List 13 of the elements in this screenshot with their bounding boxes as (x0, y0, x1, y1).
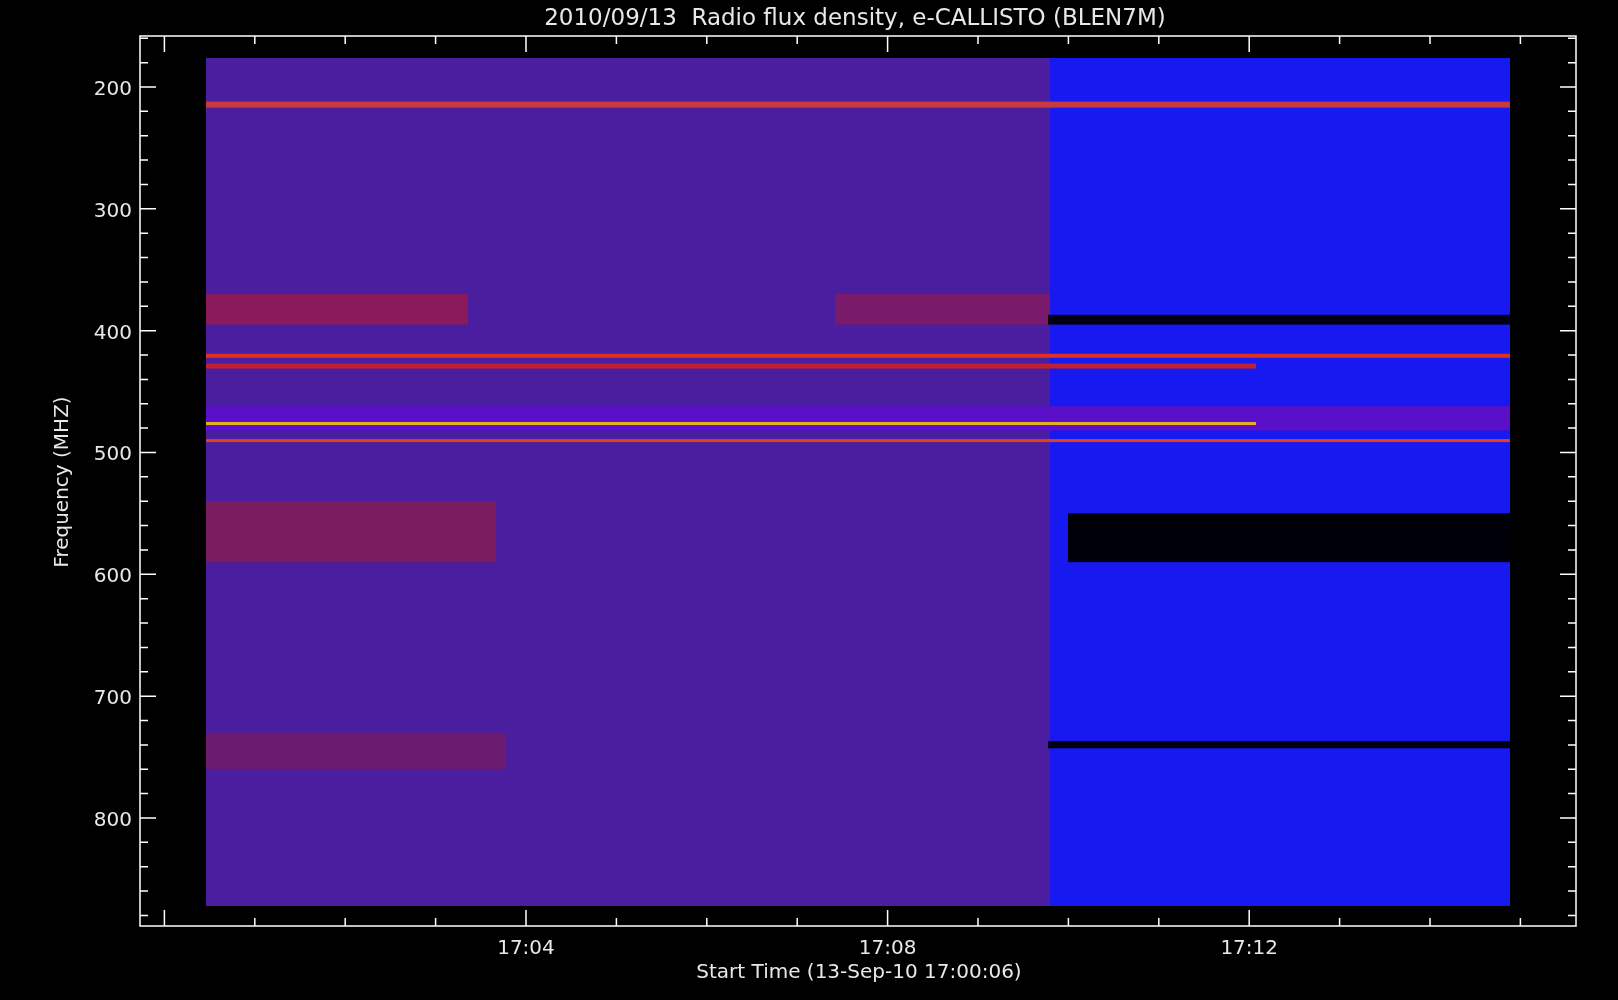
y-tick-label: 700 (93, 685, 132, 710)
y-tick-label: 200 (93, 76, 132, 100)
y-tick-label: 300 (93, 197, 132, 222)
x-axis-label: Start Time (13-Sep-10 17:00:06) (696, 959, 1022, 983)
y-axis-label: Frequency (MHZ) (49, 396, 73, 568)
x-tick-label: 17:08 (858, 935, 917, 959)
y-tick-label: 800 (93, 807, 132, 831)
x-tick-label: 17:12 (1220, 935, 1278, 959)
plot-title: 2010/09/13 Radio flux density, e-CALLISTO (BLEN7M) (544, 4, 1166, 30)
y-tick-label: 400 (93, 319, 132, 344)
y-tick-label: 600 (93, 563, 132, 588)
x-tick-label: 17:04 (497, 935, 555, 959)
y-tick-label: 500 (93, 441, 132, 466)
